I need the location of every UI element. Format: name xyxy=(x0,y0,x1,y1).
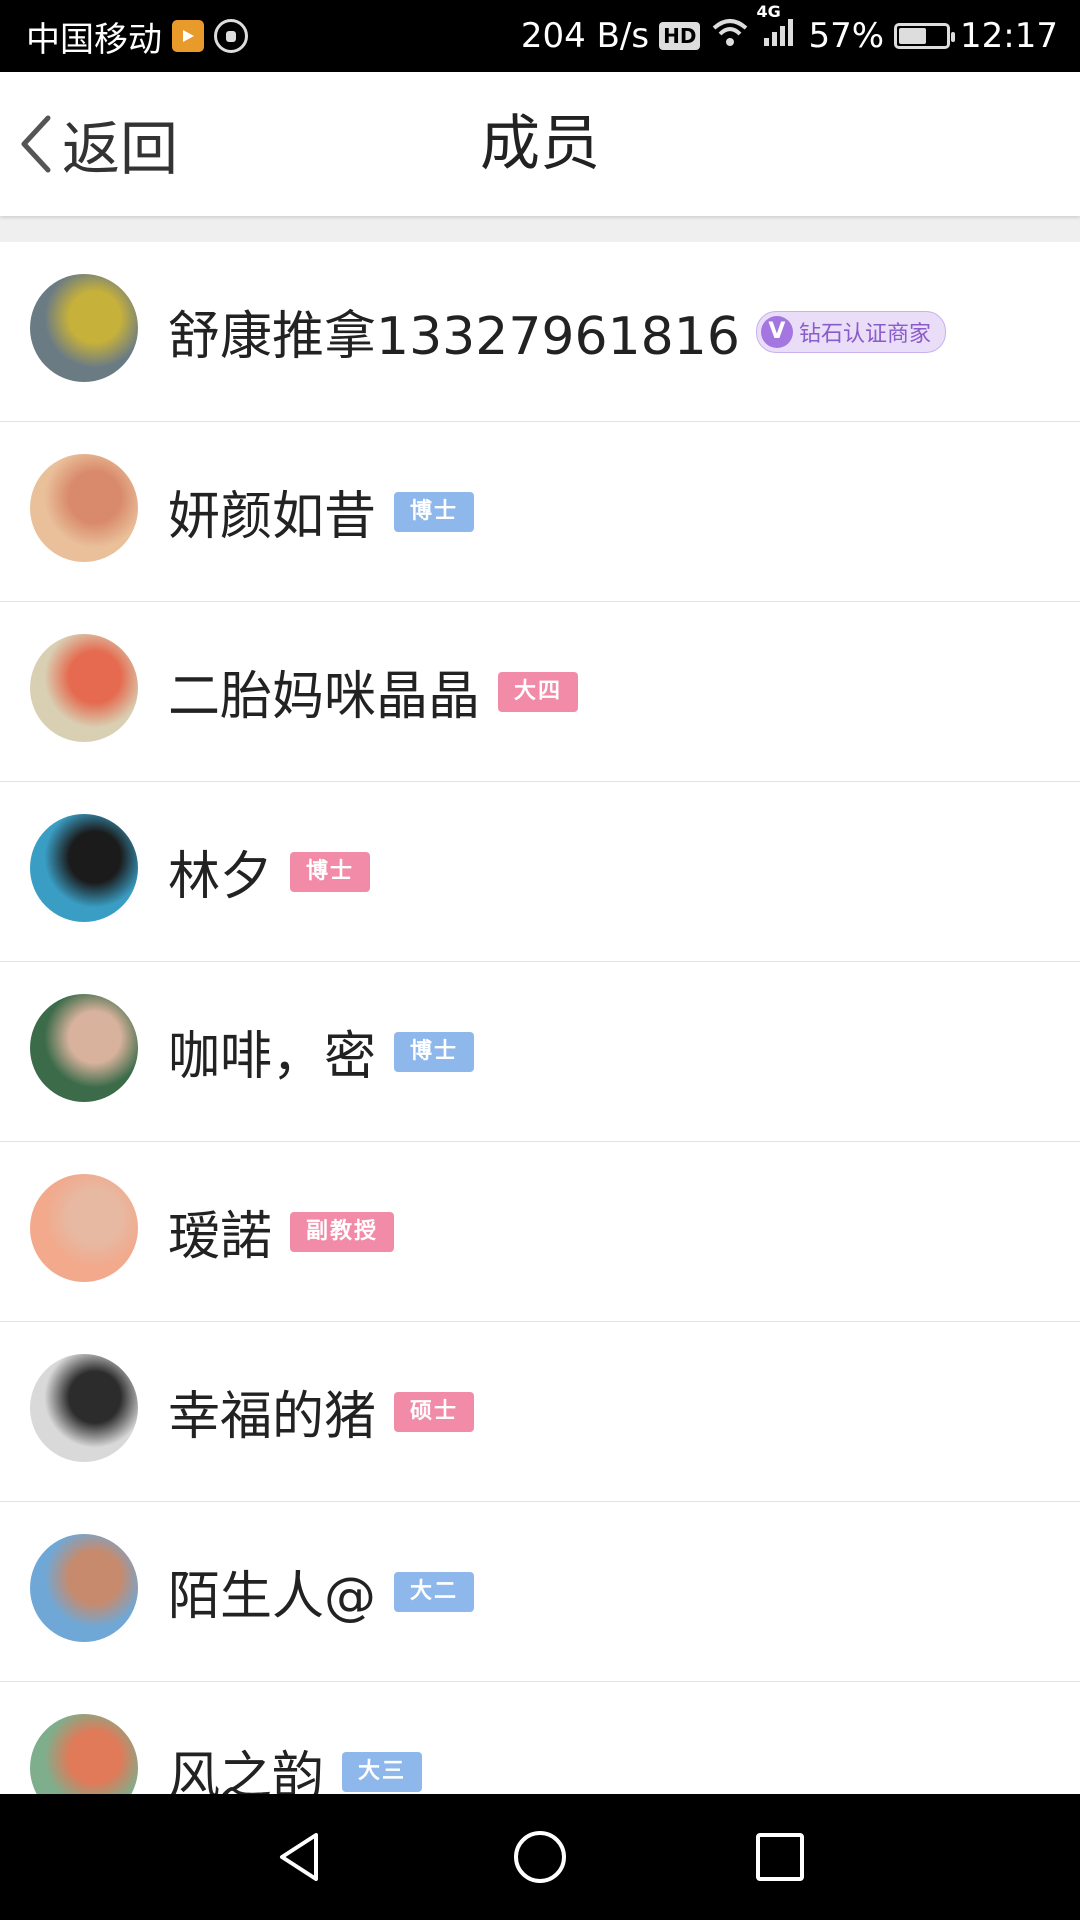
member-row[interactable]: 陌生人@ 大二 xyxy=(0,1502,1080,1682)
member-name-text: 妍颜如昔 xyxy=(168,487,377,547)
triangle-back-icon xyxy=(280,1833,318,1881)
member-name: 陌生人@ 大二 xyxy=(168,1502,475,1681)
member-name: 妍颜如昔 博士 xyxy=(168,422,475,601)
circle-home-icon xyxy=(514,1831,566,1883)
avatar[interactable] xyxy=(30,454,138,562)
level-badge: 大三 xyxy=(342,1751,423,1792)
system-nav-bar xyxy=(0,1794,1080,1920)
member-name: 风之韵 大三 xyxy=(168,1682,423,1794)
member-row[interactable]: 妍颜如昔 博士 xyxy=(0,422,1080,602)
avatar[interactable] xyxy=(30,814,138,922)
member-name: 咖啡，密 博士 xyxy=(168,962,475,1141)
member-row[interactable]: 风之韵 大三 xyxy=(0,1682,1080,1794)
nav-home-button[interactable] xyxy=(510,1827,570,1887)
avatar[interactable] xyxy=(30,274,138,382)
member-list[interactable]: 舒康推拿13327961816 V 钻石认证商家 妍颜如昔 博士 二胎妈咪晶晶 大四 林夕 博士… xyxy=(0,242,1080,1794)
member-name: 舒康推拿13327961816 V 钻石认证商家 xyxy=(168,242,946,421)
level-badge: 副教授 xyxy=(290,1211,395,1252)
play-icon xyxy=(172,20,204,52)
nav-back-button[interactable] xyxy=(270,1827,330,1887)
member-name-text: 二胎妈咪晶晶 xyxy=(168,667,481,727)
member-name: 二胎妈咪晶晶 大四 xyxy=(168,602,579,781)
network-type: 4G xyxy=(756,1,781,21)
level-badge: 博士 xyxy=(394,1031,475,1072)
status-bar: 中国移动 204 B/s HD 4G 57% 12:17 xyxy=(0,0,1080,72)
wifi-icon xyxy=(710,16,750,57)
v-icon: V xyxy=(760,315,793,348)
top-nav-bar: 返回 成员 xyxy=(0,72,1080,216)
member-name-text: 瑷諾 xyxy=(168,1207,273,1267)
battery-percent: 57% xyxy=(808,16,885,56)
member-name-text: 陌生人@ xyxy=(168,1567,377,1627)
clock: 12:17 xyxy=(960,16,1058,56)
member-row[interactable]: 二胎妈咪晶晶 大四 xyxy=(0,602,1080,782)
level-badge: 大二 xyxy=(394,1571,475,1612)
level-badge: 博士 xyxy=(394,491,475,532)
avatar[interactable] xyxy=(30,1714,138,1794)
member-name: 林夕 博士 xyxy=(168,782,371,961)
avatar[interactable] xyxy=(30,1354,138,1462)
square-recents-icon xyxy=(756,1833,804,1881)
nav-recents-button[interactable] xyxy=(750,1827,810,1887)
level-badge: 大四 xyxy=(498,671,579,712)
network-speed: 204 B/s xyxy=(520,16,650,56)
avatar[interactable] xyxy=(30,634,138,742)
level-badge: 博士 xyxy=(290,851,371,892)
member-name-text: 舒康推拿13327961816 xyxy=(168,307,740,367)
member-name: 瑷諾 副教授 xyxy=(168,1142,395,1321)
member-name: 幸福的猪 硕士 xyxy=(168,1322,475,1501)
battery-icon xyxy=(894,23,956,49)
member-row[interactable]: 林夕 博士 xyxy=(0,782,1080,962)
member-row[interactable]: 舒康推拿13327961816 V 钻石认证商家 xyxy=(0,242,1080,422)
member-row[interactable]: 瑷諾 副教授 xyxy=(0,1142,1080,1322)
member-row[interactable]: 咖啡，密 博士 xyxy=(0,962,1080,1142)
member-name-text: 林夕 xyxy=(168,847,273,907)
level-badge: 硕士 xyxy=(394,1391,475,1432)
badge-label: 钻石认证商家 xyxy=(798,321,931,347)
hd-badge: HD xyxy=(659,22,701,50)
member-name-text: 风之韵 xyxy=(168,1747,325,1794)
partial-hidden-row xyxy=(0,216,1080,242)
avatar[interactable] xyxy=(30,1534,138,1642)
hand-icon xyxy=(214,19,248,53)
verified-merchant-badge: V 钻石认证商家 xyxy=(755,310,946,353)
avatar[interactable] xyxy=(30,994,138,1102)
avatar[interactable] xyxy=(30,1174,138,1282)
member-name-text: 幸福的猪 xyxy=(168,1387,377,1447)
member-name-text: 咖啡，密 xyxy=(168,1027,377,1087)
signal-icon: 4G xyxy=(756,2,798,57)
page-title: 成员 xyxy=(480,109,600,179)
member-row[interactable]: 幸福的猪 硕士 xyxy=(0,1322,1080,1502)
carrier-label: 中国移动 xyxy=(26,19,162,60)
